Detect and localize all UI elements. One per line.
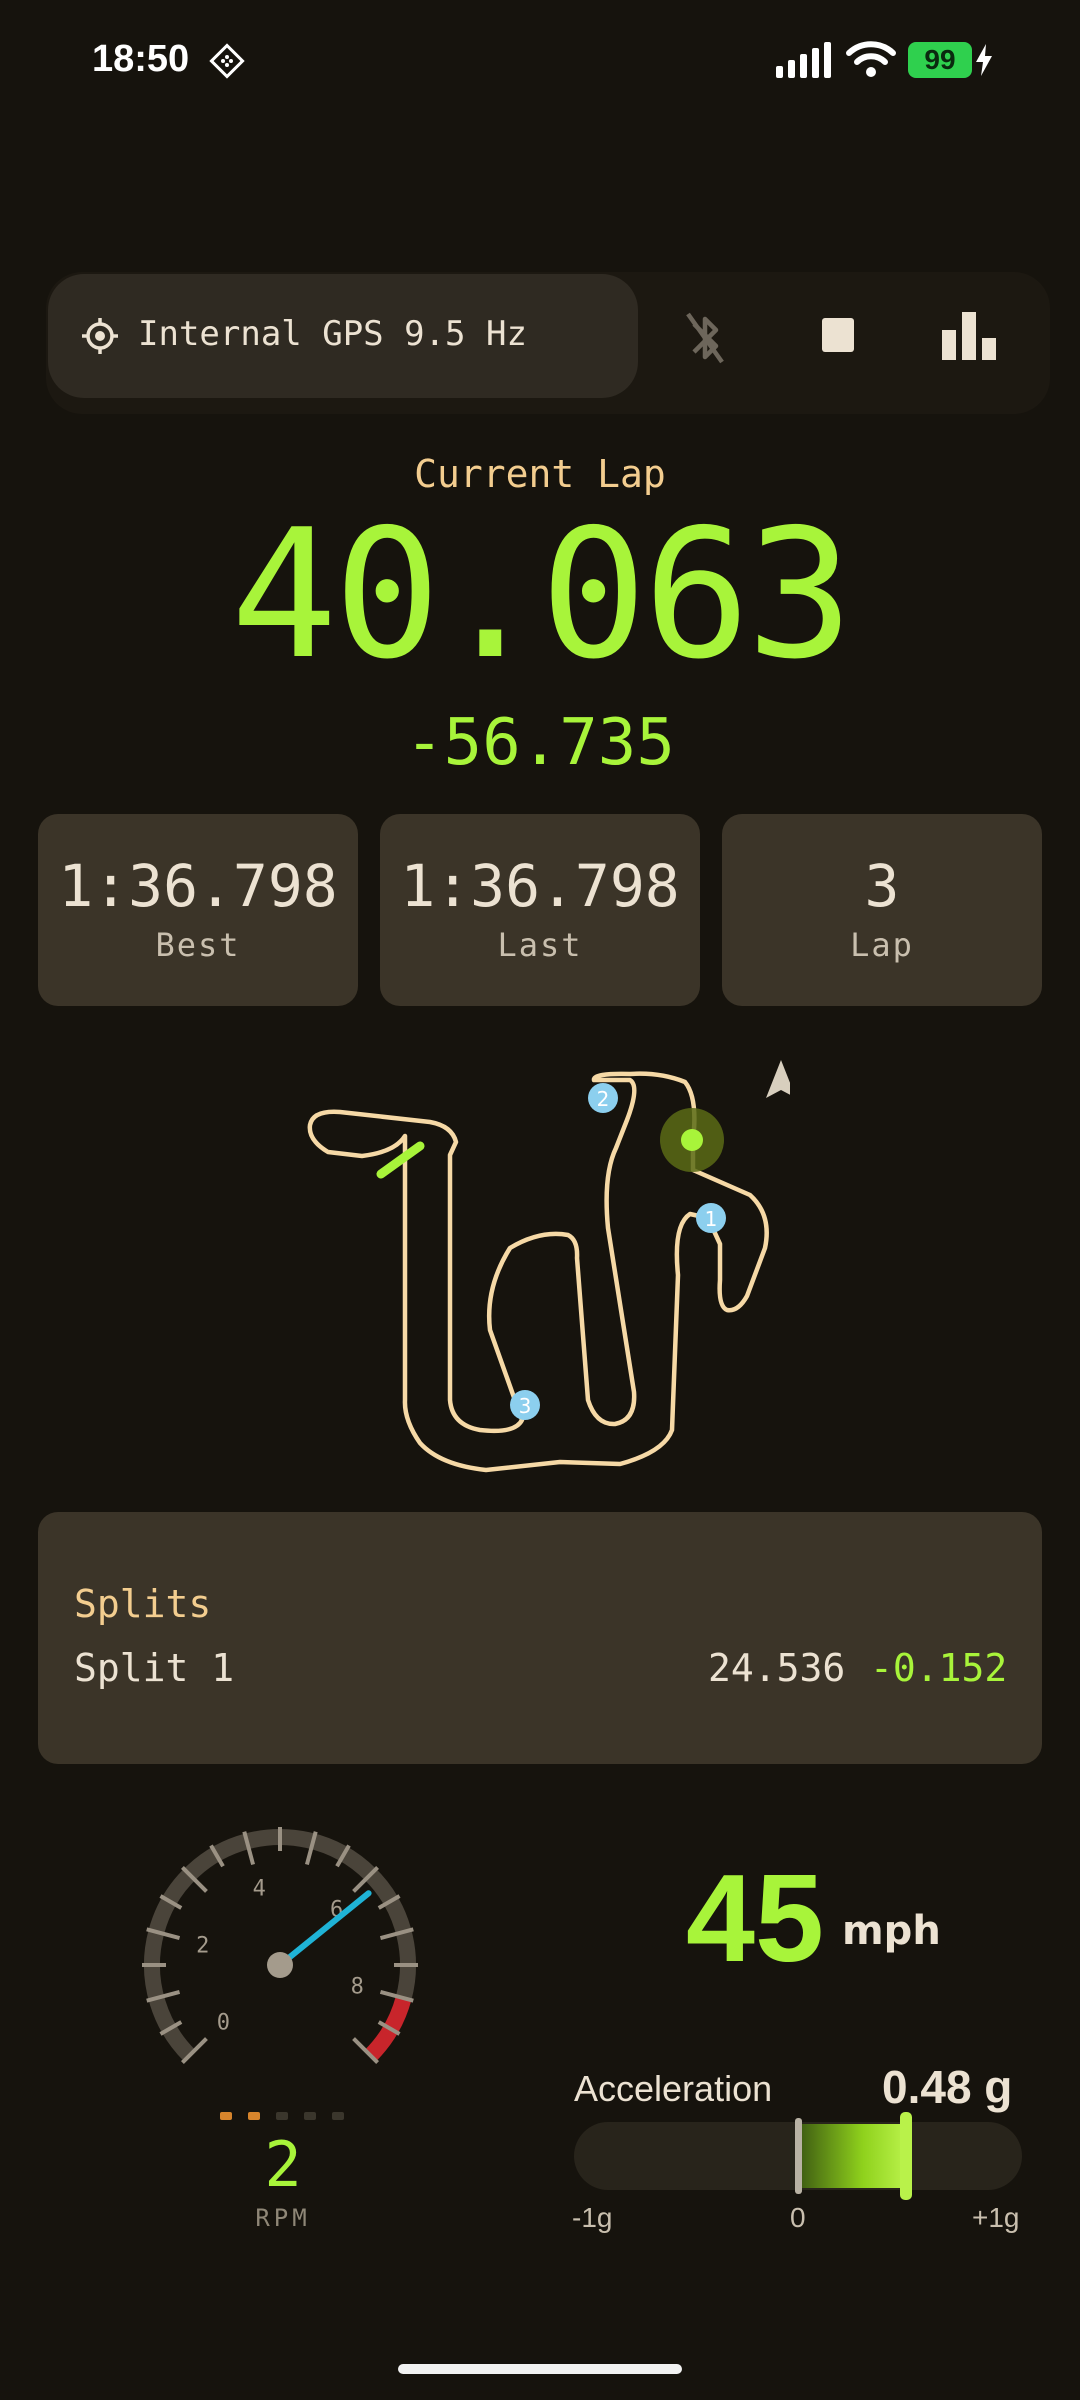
- bluetooth-disabled-icon[interactable]: [680, 310, 730, 366]
- gauge-needle: [277, 1890, 372, 1968]
- last-lap-card: 1:36.798 Last: [380, 814, 700, 1006]
- wifi-icon: [846, 41, 896, 77]
- speed-unit: mph: [842, 1908, 941, 1954]
- speed-value: 45: [686, 1850, 824, 1988]
- rpm-value: 2: [264, 2128, 302, 2201]
- gauge-hub: [267, 1952, 293, 1978]
- heading-arrow-icon: [766, 1060, 790, 1098]
- current-lap-time: 40.063: [230, 491, 854, 698]
- sector-marker-3: 3: [510, 1390, 540, 1420]
- gauge-tick-label: 4: [253, 1877, 266, 1902]
- acceleration-label: Acceleration: [574, 2068, 773, 2109]
- charging-bolt-icon: [976, 44, 992, 76]
- notification-icon: [209, 43, 245, 79]
- bar-chart-icon[interactable]: [940, 312, 1000, 360]
- last-lap-label: Last: [497, 926, 583, 964]
- gauge-arc: [144, 1829, 416, 2062]
- gauge-tick-label: 2: [196, 1933, 209, 1958]
- split-row-time: 24.536: [708, 1646, 846, 1690]
- battery-level: 99: [908, 42, 972, 78]
- battery-indicator: 99: [908, 42, 992, 78]
- lap-count-label: Lap: [850, 926, 914, 964]
- splits-title: Splits: [74, 1582, 212, 1626]
- sector-marker-2: 2: [588, 1083, 618, 1113]
- rpm-gauge: 02468: [142, 1827, 418, 2064]
- sector-marker-2-label: 2: [597, 1087, 610, 1111]
- acceleration-bar-fill: [798, 2124, 906, 2188]
- acceleration-tick-max: +1g: [972, 2202, 1020, 2233]
- best-lap-label: Best: [155, 926, 241, 964]
- current-lap-delta: -56.735: [405, 706, 675, 780]
- current-position-marker: [681, 1129, 703, 1151]
- last-lap-value: 1:36.798: [400, 852, 680, 920]
- status-time: 18:50: [92, 38, 190, 80]
- best-lap-card: 1:36.798 Best: [38, 814, 358, 1006]
- gauge-tick-label: 8: [351, 1975, 364, 2000]
- acceleration-zero-line: [795, 2118, 802, 2194]
- rpm-label: RPM: [255, 2204, 311, 2232]
- sector-marker-3-label: 3: [519, 1394, 532, 1418]
- lap-count-value: 3: [864, 852, 900, 920]
- home-indicator[interactable]: [398, 2364, 682, 2374]
- split-row-name: Split 1: [74, 1646, 235, 1690]
- sector-marker-1-label: 1: [705, 1207, 718, 1231]
- stop-button[interactable]: [822, 318, 854, 352]
- sector-marker-1: 1: [696, 1203, 726, 1233]
- gauge-tick-label: 0: [217, 2011, 230, 2036]
- acceleration-tick-zero: 0: [790, 2202, 806, 2233]
- current-lap-title: Current Lap: [414, 452, 666, 496]
- splits-card: [38, 1512, 1042, 1764]
- crosshair-icon: [82, 318, 118, 354]
- gps-source-label: Internal GPS 9.5 Hz: [138, 314, 527, 354]
- best-lap-value: 1:36.798: [58, 852, 338, 920]
- lap-count-card: 3 Lap: [722, 814, 1042, 1006]
- acceleration-value: 0.48 g: [882, 2061, 1013, 2113]
- split-row-delta: -0.152: [870, 1646, 1008, 1690]
- acceleration-marker: [899, 2112, 912, 2200]
- track-map: 1 2 3: [307, 1060, 790, 1473]
- acceleration-tick-min: -1g: [572, 2202, 613, 2233]
- shift-lights: [220, 2112, 344, 2120]
- cell-signal-icon: [776, 42, 831, 78]
